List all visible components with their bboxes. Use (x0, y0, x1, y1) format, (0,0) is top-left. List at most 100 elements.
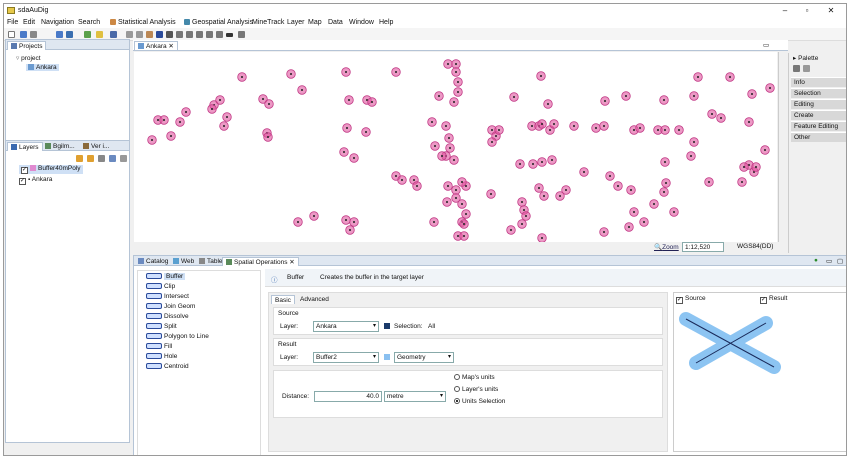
result-color-swatch (384, 354, 390, 360)
map-point (353, 157, 355, 159)
scale-field[interactable]: 1:12,520 (682, 242, 724, 252)
new-icon[interactable] (8, 31, 15, 38)
close-icon[interactable]: ✕ (824, 6, 838, 15)
save-all-icon[interactable] (56, 31, 63, 38)
result-checkbox[interactable]: ✓ (760, 297, 767, 304)
run-icon[interactable] (84, 31, 91, 38)
radio-button[interactable] (454, 386, 460, 392)
layer-visibility-checkbox[interactable]: ✓ (19, 178, 26, 185)
tab-layers[interactable]: Layers (7, 142, 43, 151)
tab-basic[interactable]: Basic (271, 295, 295, 304)
tab-projects[interactable]: Projects (7, 41, 47, 50)
radio-units-selection[interactable]: Units Selection (454, 398, 505, 405)
op-dissolve[interactable]: Dissolve (146, 313, 189, 320)
menu-help[interactable]: Help (379, 19, 393, 26)
menu-data[interactable]: Data (328, 19, 343, 26)
tab-map-ankara[interactable]: Ankara ✕ (134, 41, 178, 50)
menu-navigation[interactable]: Navigation (41, 19, 74, 26)
radio-button-selected[interactable] (454, 398, 460, 404)
op-centroid[interactable]: Centroid (146, 363, 189, 370)
database-icon[interactable] (66, 31, 73, 38)
op-polygon-to-line[interactable]: Polygon to Line (146, 333, 209, 340)
unit-select[interactable]: metre (384, 391, 446, 402)
radio-button[interactable] (454, 374, 460, 380)
minimize-view-icon[interactable]: ▭ (763, 41, 769, 49)
measure-icon[interactable] (226, 33, 233, 37)
menu-layer[interactable]: Layer (287, 19, 305, 26)
info-icon[interactable] (166, 31, 173, 38)
radio-map-units[interactable]: Map's units (454, 374, 495, 381)
tab-web[interactable]: Web (170, 257, 197, 266)
minimize-icon[interactable]: – (778, 6, 792, 15)
layer-item-ankara[interactable]: ✓ ▪ Ankara (19, 176, 52, 185)
maximize-icon[interactable]: ▫ (800, 6, 814, 15)
tab-catalog[interactable]: Catalog (135, 257, 171, 266)
palette-pan-icon[interactable] (803, 65, 810, 72)
op-fill[interactable]: Fill (146, 343, 172, 350)
tab-spatial-operations[interactable]: Spatial Operations ✕ (222, 257, 299, 266)
zoom-in-icon[interactable] (176, 31, 183, 38)
layer-properties-icon[interactable] (109, 155, 116, 162)
select-icon[interactable] (146, 31, 153, 38)
tab-advanced[interactable]: Advanced (297, 295, 332, 304)
layer-menu-icon[interactable] (120, 155, 127, 162)
preview-source-toggle[interactable]: ✓ Source (676, 295, 706, 304)
save-icon[interactable] (20, 31, 27, 38)
source-layer-select[interactable]: Ankara (313, 321, 379, 332)
menu-edit[interactable]: Edit (23, 19, 35, 26)
menu-file[interactable]: File (7, 19, 18, 26)
zoom-previous-icon[interactable] (206, 31, 213, 38)
layer-down-icon[interactable] (87, 155, 94, 162)
palette-info[interactable]: Info (791, 77, 846, 87)
layer-remove-icon[interactable] (98, 155, 105, 162)
menu-map[interactable]: Map (308, 19, 322, 26)
radio-layer-units[interactable]: Layer's units (454, 386, 498, 393)
palette-feature-editing[interactable]: Feature Editing (791, 121, 846, 131)
menu-statistical-analysis[interactable]: Statistical Analysis (110, 19, 176, 26)
back-icon[interactable] (126, 31, 133, 38)
menu-search[interactable]: Search (78, 19, 100, 26)
layer-up-icon[interactable] (76, 155, 83, 162)
print-icon[interactable] (30, 31, 37, 38)
refresh-icon[interactable] (238, 31, 245, 38)
palette-other[interactable]: Other (791, 132, 846, 142)
source-checkbox[interactable]: ✓ (676, 297, 683, 304)
tab-veri[interactable]: Ver i... (80, 142, 112, 151)
zoom-next-icon[interactable] (216, 31, 223, 38)
menu-geospatial-analysis[interactable]: Geospatial Analysis (184, 19, 253, 26)
project-map-item[interactable]: Ankara (26, 64, 59, 71)
run-dropdown-icon[interactable] (96, 31, 103, 38)
palette-selection[interactable]: Selection (791, 88, 846, 98)
pan-icon[interactable] (156, 31, 163, 38)
run-operation-icon[interactable]: ● (814, 257, 818, 264)
geometry-select[interactable]: Geometry (394, 352, 454, 363)
crs-label[interactable]: WGS84(DD) (737, 243, 773, 250)
project-node[interactable]: ▿ project (16, 54, 41, 62)
distance-input[interactable]: 40.0 (314, 391, 382, 402)
op-hole[interactable]: Hole (146, 353, 177, 360)
op-clip[interactable]: Clip (146, 283, 175, 290)
palette-editing[interactable]: Editing (791, 99, 846, 109)
layer-icon[interactable] (110, 31, 117, 38)
forward-icon[interactable] (136, 31, 143, 38)
map-vertical-scrollbar[interactable] (778, 52, 787, 242)
layer-visibility-checkbox[interactable]: ✓ (21, 167, 28, 174)
preview-result-toggle[interactable]: ✓ Result (760, 295, 787, 304)
panel-minimize-icon[interactable]: ▭ (826, 257, 832, 265)
palette-zoom-icon[interactable] (793, 65, 800, 72)
palette-create[interactable]: Create (791, 110, 846, 120)
menu-minetrack[interactable]: MineTrack (252, 19, 284, 26)
map-canvas[interactable] (134, 52, 777, 242)
zoom-link[interactable]: 🔍Zoom (654, 243, 679, 251)
op-buffer[interactable]: Buffer (146, 273, 186, 280)
menu-window[interactable]: Window (349, 19, 374, 26)
zoom-out-icon[interactable] (186, 31, 193, 38)
panel-maximize-icon[interactable]: ▢ (837, 257, 843, 265)
op-join-geom[interactable]: Join Geom (146, 303, 195, 310)
op-intersect[interactable]: Intersect (146, 293, 189, 300)
op-split[interactable]: Split (146, 323, 177, 330)
layer-item-buffer[interactable]: ✓ Buffer40mPoly (19, 165, 83, 174)
zoom-extent-icon[interactable] (196, 31, 203, 38)
tab-bgilm[interactable]: Bgilm... (42, 142, 78, 151)
result-layer-select[interactable]: Buffer2 (313, 352, 379, 363)
